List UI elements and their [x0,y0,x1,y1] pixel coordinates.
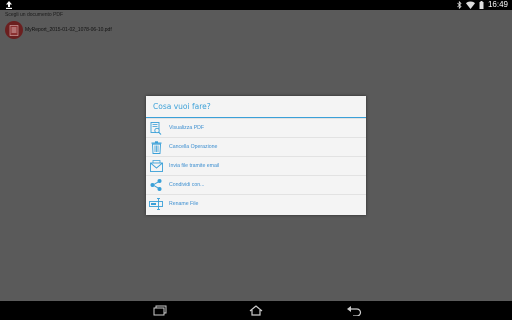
menu-item-rename-file[interactable]: Rename File [146,194,366,213]
action-dialog: Cosa vuoi fare? Visualizza PDF Cancella … [146,96,366,215]
menu-item-share[interactable]: Condividi con... [146,175,366,194]
share-icon [149,178,163,192]
recent-apps-icon [153,305,167,316]
rename-icon [149,197,163,211]
home-icon [249,305,263,316]
back-icon [347,306,362,316]
wifi-icon [465,1,475,9]
app-header: Scegli un documento PDF [5,12,64,18]
trash-icon [149,140,163,154]
home-button[interactable] [248,304,264,317]
menu-item-view-pdf[interactable]: Visualizza PDF [146,118,366,137]
menu-item-send-email[interactable]: Invia file tramite email [146,156,366,175]
bluetooth-icon [457,1,462,9]
file-name: MyReport_2015-01-02_1078-06-10.pdf [25,27,112,33]
file-list-item[interactable]: MyReport_2015-01-02_1078-06-10.pdf [5,21,112,39]
upload-icon [6,1,12,9]
battery-icon [479,1,484,9]
menu-item-label: Cancella Operazione [169,144,218,150]
dialog-title: Cosa vuoi fare? [146,96,366,118]
view-pdf-icon [149,121,163,135]
navigation-bar [0,301,512,320]
status-time: 16:49 [487,0,508,9]
back-button[interactable] [346,304,362,317]
menu-item-label: Rename File [169,201,199,207]
menu-item-label: Invia file tramite email [169,163,220,169]
menu-item-label: Visualizza PDF [169,125,205,131]
pdf-file-icon [5,21,23,39]
menu-item-cancel-operation[interactable]: Cancella Operazione [146,137,366,156]
menu-item-label: Condividi con... [169,182,205,188]
status-bar: 16:49 [0,0,512,10]
recent-apps-button[interactable] [152,304,168,317]
email-icon [149,159,163,173]
